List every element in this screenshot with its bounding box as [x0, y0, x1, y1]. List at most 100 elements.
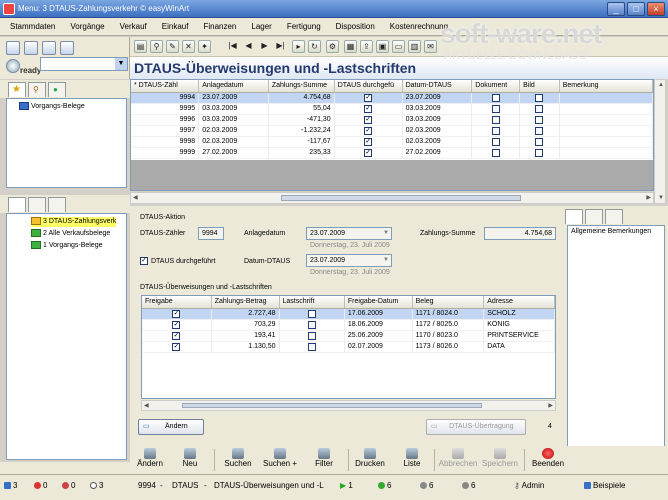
menu-disposition[interactable]: Disposition: [336, 22, 375, 31]
menu-finanzen[interactable]: Finanzen: [203, 22, 236, 31]
subgrid-horizontal-scrollbar[interactable]: ◀ ▶: [141, 400, 556, 411]
checkbox-checked[interactable]: ✓: [172, 309, 181, 318]
print-icon[interactable]: [24, 41, 38, 55]
cell-bild[interactable]: [519, 114, 560, 126]
checkbox-unchecked[interactable]: [535, 104, 544, 113]
col-dokument[interactable]: Dokument: [471, 80, 521, 93]
cell-durchgefuehrt[interactable]: ✓: [334, 114, 403, 126]
col-beleg[interactable]: Beleg: [412, 296, 485, 309]
tree-item-verkaufsbelege[interactable]: 2 Alle Verkaufsbelege: [31, 229, 110, 239]
chevron-down-icon[interactable]: ▼: [381, 228, 391, 239]
menu-tree-tab[interactable]: [8, 197, 26, 212]
col-freigabe-datum[interactable]: Freigabe-Datum: [344, 296, 413, 309]
durchgefuehrt-checkbox[interactable]: ✓ DTAUS durchgeführt: [140, 257, 215, 265]
col-zahlungs-summe[interactable]: Zahlungs-Summe: [268, 80, 335, 93]
col-dtaus-zaehler[interactable]: * DTAUS-Zähl: [131, 80, 200, 93]
list-view-icon[interactable]: ▤: [134, 40, 147, 53]
checkbox-unchecked[interactable]: [307, 320, 316, 329]
config-icon[interactable]: ⚙: [326, 40, 339, 53]
aendern-detail-button[interactable]: ▭ Ändern: [138, 419, 204, 435]
close-button[interactable]: ×: [647, 2, 665, 16]
cell-lastschrift[interactable]: [279, 341, 345, 353]
checkbox-unchecked[interactable]: [491, 137, 500, 146]
checkbox-unchecked[interactable]: [307, 309, 316, 318]
speichern-button[interactable]: Speichern: [480, 446, 520, 474]
search-icon[interactable]: ⚲: [150, 40, 163, 53]
minimize-button[interactable]: _: [607, 2, 625, 16]
checkbox-unchecked[interactable]: [491, 126, 500, 135]
tree-item-dtaus[interactable]: 3 DTAUS-Zahlungsverk: [31, 217, 117, 227]
scroll-left-icon[interactable]: ◀: [144, 401, 149, 411]
table-row[interactable]: 9997 02.03.2009 -1.232,24 ✓ 02.03.2009: [131, 125, 653, 137]
checkbox-unchecked[interactable]: [307, 342, 316, 351]
suchen-plus-button[interactable]: Suchen +: [260, 446, 300, 474]
cell-dokument[interactable]: [471, 114, 521, 126]
cell-durchgefuehrt[interactable]: ✓: [334, 147, 403, 159]
search-tab[interactable]: ⚲: [28, 82, 46, 97]
col-freigabe[interactable]: Freigabe: [142, 296, 212, 309]
cell-lastschrift[interactable]: [279, 308, 345, 320]
neu-button[interactable]: Neu: [170, 446, 210, 474]
cell-dokument[interactable]: [471, 103, 521, 115]
delete-icon[interactable]: ✕: [182, 40, 195, 53]
checkbox-checked[interactable]: ✓: [172, 342, 181, 351]
horizontal-scrollbar[interactable]: ◀ ▶: [130, 192, 654, 204]
cell-freigabe[interactable]: ✓: [142, 330, 212, 342]
col-anlagedatum[interactable]: Anlagedatum: [198, 80, 269, 93]
scroll-right-icon[interactable]: ▶: [548, 401, 553, 411]
user-tab[interactable]: ●: [48, 82, 66, 97]
save-icon[interactable]: [42, 41, 56, 55]
col-lastschrift[interactable]: Lastschrift: [279, 296, 345, 309]
checkbox-unchecked[interactable]: [535, 115, 544, 124]
notes-box[interactable]: Allgemeine Bemerkungen: [567, 225, 665, 457]
checkbox-unchecked[interactable]: [535, 93, 544, 102]
next-record-icon[interactable]: ▶: [258, 40, 271, 53]
checkbox-checked[interactable]: ✓: [364, 148, 373, 157]
cell-dokument[interactable]: [471, 147, 521, 159]
table-row[interactable]: 9994 23.07.2009 4.754,68 ✓ 23.07.2009: [131, 92, 653, 104]
pin-icon[interactable]: ▸: [292, 40, 305, 53]
drucken-button[interactable]: Drucken: [350, 446, 390, 474]
prev-record-icon[interactable]: ◀: [242, 40, 255, 53]
table-row[interactable]: 9999 27.02.2009 235,33 ✓ 27.02.2009: [131, 147, 653, 159]
table-row[interactable]: 9996 03.03.2009 -471,30 ✓ 03.03.2009: [131, 114, 653, 126]
beenden-button[interactable]: Beenden: [528, 446, 568, 474]
vertical-scrollbar[interactable]: ▲ ▼: [654, 79, 666, 204]
checkbox-unchecked[interactable]: [535, 126, 544, 135]
aendern-button[interactable]: Ändern: [130, 446, 170, 474]
col-bild[interactable]: Bild: [519, 80, 560, 93]
cell-freigabe[interactable]: ✓: [142, 341, 212, 353]
col-adresse[interactable]: Adresse: [483, 296, 555, 309]
table-row[interactable]: ✓ 703,29 18.06.2009 1172 / 8025.0 KÖNIG: [142, 319, 555, 331]
first-record-icon[interactable]: |◀: [226, 40, 239, 53]
document-icon[interactable]: ▭: [392, 40, 405, 53]
table-row[interactable]: ✓ 1.130,50 02.07.2009 1173 / 8026.0 DATA: [142, 341, 555, 353]
module-select[interactable]: ▼: [40, 57, 128, 71]
cell-durchgefuehrt[interactable]: ✓: [334, 92, 403, 104]
dtaus-uebertragung-button[interactable]: ▭ DTAUS-Übertragung: [426, 419, 526, 435]
menu-stammdaten[interactable]: Stammdaten: [10, 22, 55, 31]
print-icon[interactable]: ▦: [344, 40, 357, 53]
checkbox-unchecked[interactable]: [491, 115, 500, 124]
cell-freigabe[interactable]: ✓: [142, 308, 212, 320]
scroll-thumb[interactable]: [281, 195, 521, 201]
checkbox-checked[interactable]: ✓: [364, 104, 373, 113]
menu-einkauf[interactable]: Einkauf: [162, 22, 189, 31]
checkbox-unchecked[interactable]: [535, 137, 544, 146]
cell-bild[interactable]: [519, 125, 560, 137]
checkbox-checked[interactable]: ✓: [172, 320, 181, 329]
checkbox-checked[interactable]: ✓: [364, 93, 373, 102]
cell-bild[interactable]: [519, 136, 560, 148]
checkbox-checked[interactable]: ✓: [364, 126, 373, 135]
col-datum-dtaus[interactable]: Datum-DTAUS: [402, 80, 473, 93]
checkbox-unchecked[interactable]: [535, 148, 544, 157]
cell-dokument[interactable]: [471, 125, 521, 137]
home-icon[interactable]: [6, 41, 20, 55]
edit-icon[interactable]: ✎: [166, 40, 179, 53]
tab-reports[interactable]: [48, 197, 66, 212]
cell-durchgefuehrt[interactable]: ✓: [334, 103, 403, 115]
cell-bild[interactable]: [519, 147, 560, 159]
menu-fertigung[interactable]: Fertigung: [287, 22, 321, 31]
cell-durchgefuehrt[interactable]: ✓: [334, 136, 403, 148]
cell-dokument[interactable]: [471, 92, 521, 104]
